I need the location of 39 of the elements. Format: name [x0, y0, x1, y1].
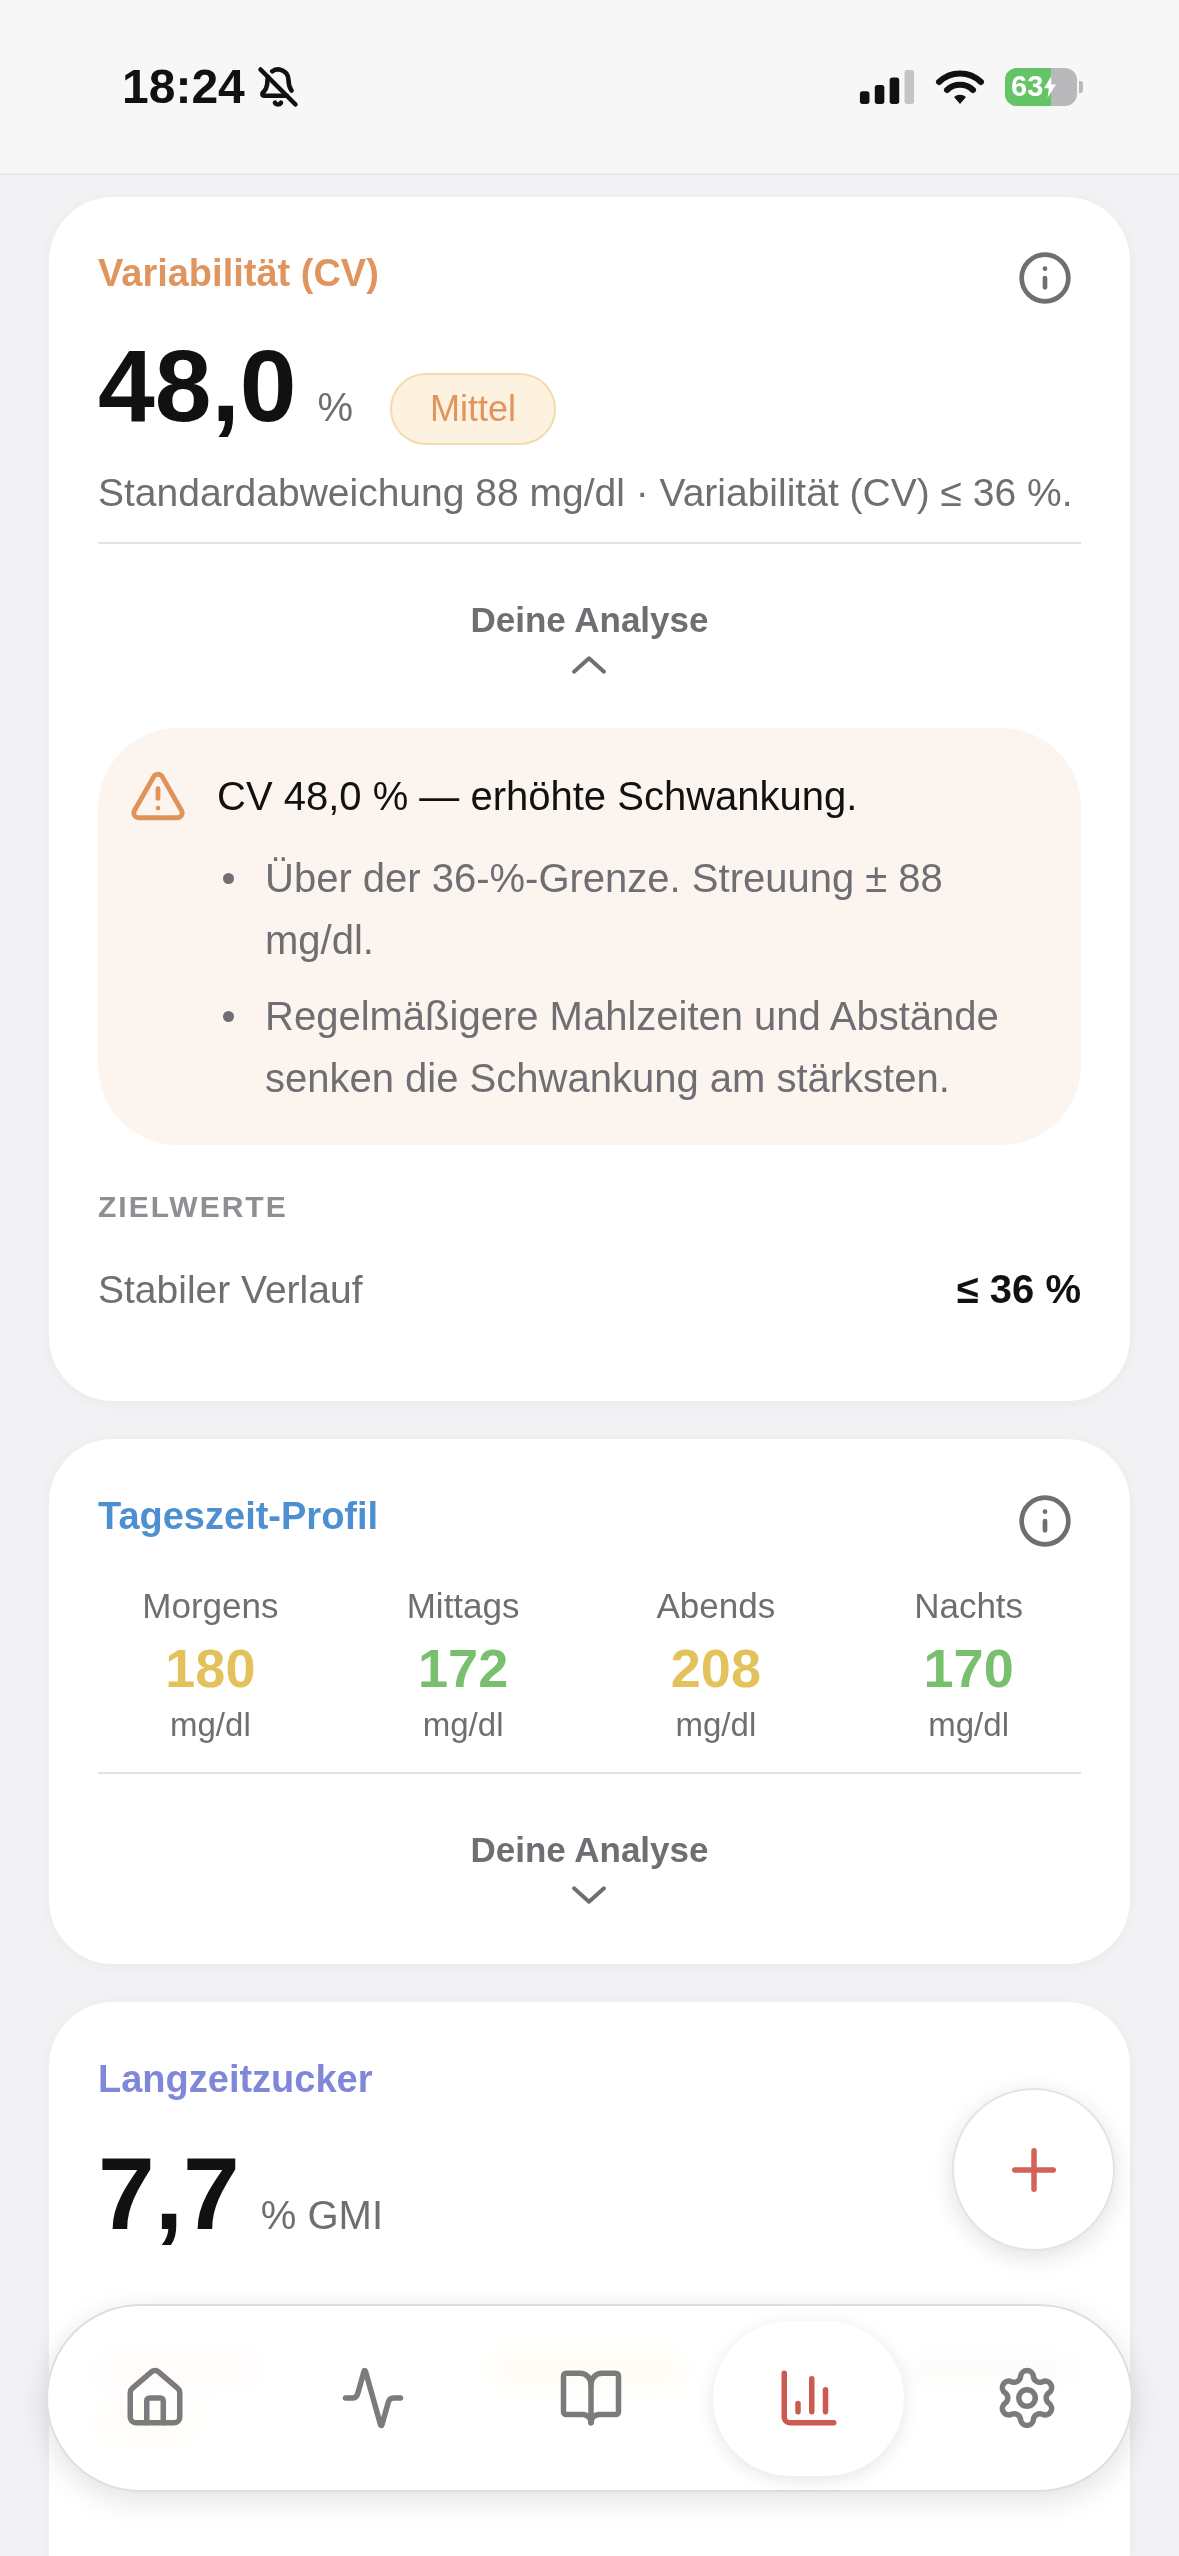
- status-time: 18:24: [122, 62, 245, 111]
- charging-bolt-icon: [1044, 75, 1057, 98]
- bullet-icon: [223, 873, 234, 884]
- time-slot-value: 208: [670, 1638, 761, 1698]
- metric-summary: Standardabweichung 88 mg/dl · Variabilität (CV) ≤ 36 %.: [98, 470, 1074, 516]
- bullet-icon: [223, 1011, 234, 1022]
- time-slot-label: Nachts: [914, 1585, 1024, 1627]
- metric-unit: %: [317, 384, 354, 431]
- analysis-bullet: Regelmäßigere Mahlzeiten und Abstände senken die Schwankung am stärksten.: [265, 993, 1000, 1102]
- time-slot-unit: mg/dl: [422, 1705, 504, 1745]
- signal-icon: [859, 69, 915, 104]
- metric-value: 7,7: [98, 2143, 240, 2245]
- card-title: Variabilität (CV): [98, 251, 379, 296]
- wifi-icon: [935, 68, 985, 105]
- time-slot-label: Abends: [656, 1585, 776, 1627]
- section-heading: ZIELWERTE: [98, 1189, 289, 1225]
- battery-percentage: 63: [1011, 72, 1044, 101]
- status-badge: Mittel: [390, 373, 557, 445]
- metric-unit: % GMI: [260, 2192, 384, 2239]
- time-slot-label: Mittags: [406, 1585, 520, 1627]
- analysis-toggle[interactable]: Deine Analyse: [470, 599, 709, 675]
- bell-off-icon: [256, 65, 299, 108]
- target-value: ≤ 36 %: [956, 1266, 1081, 1313]
- time-slot-unit: mg/dl: [675, 1705, 757, 1745]
- card-title: Langzeitzucker: [98, 2057, 373, 2102]
- info-icon[interactable]: [1017, 250, 1073, 306]
- time-slot-value: 172: [418, 1638, 509, 1698]
- target-label: Stabiler Verlauf: [98, 1267, 363, 1313]
- time-slot-value: 180: [165, 1638, 256, 1698]
- time-slot-unit: mg/dl: [170, 1705, 251, 1745]
- analysis-bullet: Über der 36-%-Grenze. Streuung ± 88 mg/dl.: [265, 855, 944, 964]
- analysis-toggle[interactable]: Deine Analyse: [470, 1829, 709, 1905]
- info-icon[interactable]: [1017, 1493, 1073, 1549]
- time-slot-label: Morgens: [142, 1585, 279, 1627]
- metric-value: 48,0: [98, 335, 297, 437]
- card-title: Tageszeit-Profil: [98, 1494, 379, 1539]
- time-slot-value: 170: [923, 1638, 1014, 1698]
- time-slot-unit: mg/dl: [928, 1705, 1009, 1745]
- analysis-headline: CV 48,0 % — erhöhte Schwankung.: [217, 773, 858, 819]
